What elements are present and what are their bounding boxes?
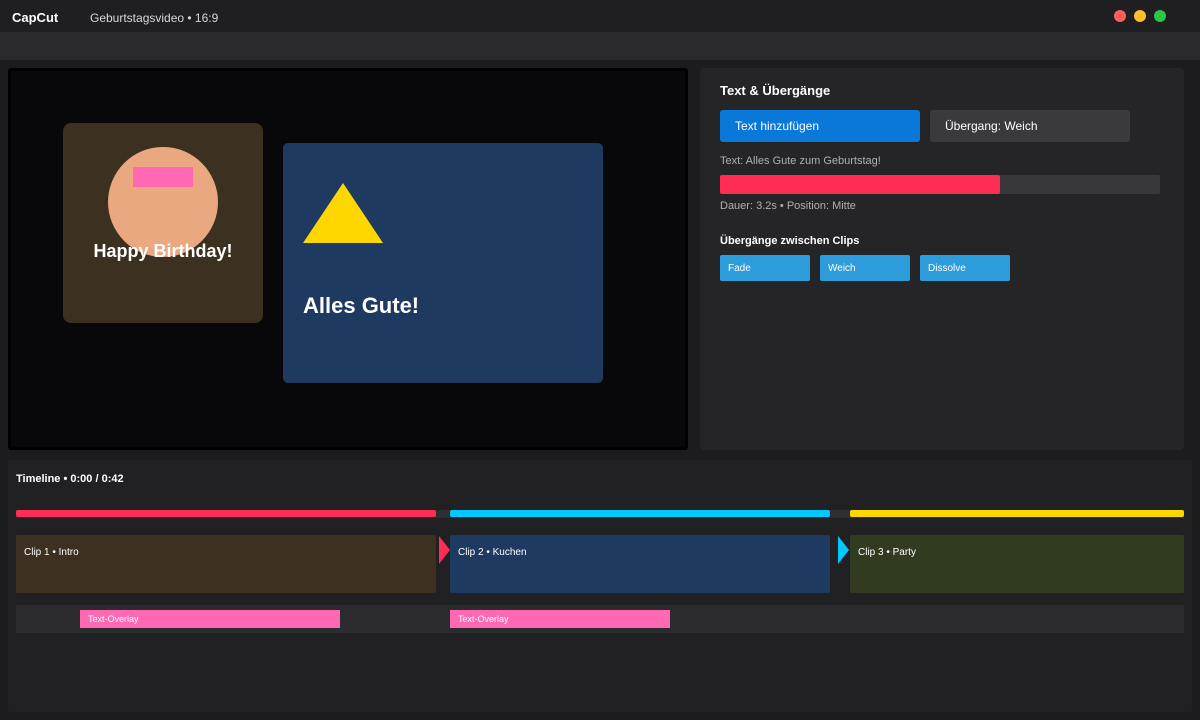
preview-card-greeting: Alles Gute! — [283, 143, 603, 383]
toolbar — [0, 32, 1200, 60]
document-title: Geburtstagsvideo • 16:9 — [90, 11, 219, 25]
preview-card-birthday: Happy Birthday! — [63, 123, 263, 323]
clip-3-marker-bar — [850, 510, 1184, 517]
transition-chip-fade[interactable]: Fade — [720, 255, 810, 281]
transition-select-button[interactable]: Übergang: Weich — [930, 110, 1130, 142]
window-maximize-button[interactable] — [1154, 10, 1166, 22]
duration-slider[interactable] — [720, 175, 1160, 194]
clip-label: Clip 3 • Party — [858, 547, 916, 558]
timeline-title: Timeline • 0:00 / 0:42 — [16, 473, 124, 485]
duration-position-info: Dauer: 3.2s • Position: Mitte — [720, 200, 856, 212]
title-bar: CapCut Geburtstagsvideo • 16:9 — [0, 0, 1200, 32]
clip-1-marker-bar — [16, 510, 436, 517]
triangle-shape — [303, 183, 383, 243]
timeline: Timeline • 0:00 / 0:42 Clip 1 • Intro Cl… — [8, 460, 1192, 712]
preview-card-text: Happy Birthday! — [93, 241, 233, 261]
text-overlay-clip-1[interactable]: Text-Overlay — [80, 610, 340, 628]
timeline-clip-2[interactable]: Clip 2 • Kuchen — [450, 535, 830, 593]
timeline-clip-1[interactable]: Clip 1 • Intro — [16, 535, 436, 593]
text-info: Text: Alles Gute zum Geburtstag! — [720, 155, 881, 167]
panel-title: Text & Übergänge — [720, 83, 831, 98]
text-overlay-clip-2[interactable]: Text-Overlay — [450, 610, 670, 628]
video-preview[interactable]: Happy Birthday! Alles Gute! — [8, 68, 688, 450]
clip-2-marker-bar — [450, 510, 830, 517]
preview-card-text: Alles Gute! — [303, 293, 420, 318]
window-close-button[interactable] — [1114, 10, 1126, 22]
app-name: CapCut — [12, 10, 59, 25]
add-text-button[interactable]: Text hinzufügen — [720, 110, 920, 142]
transition-marker-icon[interactable] — [838, 536, 849, 564]
clip-label: Clip 1 • Intro — [24, 547, 79, 558]
transition-chip-dissolve[interactable]: Dissolve — [920, 255, 1010, 281]
transition-chip-weich[interactable]: Weich — [820, 255, 910, 281]
transitions-section-title: Übergänge zwischen Clips — [720, 235, 860, 247]
party-hat-illustration — [133, 167, 193, 187]
duration-slider-fill — [720, 175, 1000, 194]
text-transitions-panel: Text & Übergänge Text hinzufügen Übergan… — [700, 68, 1184, 450]
window-minimize-button[interactable] — [1134, 10, 1146, 22]
timeline-clip-3[interactable]: Clip 3 • Party — [850, 535, 1184, 593]
transition-marker-icon[interactable] — [439, 536, 450, 564]
clip-label: Clip 2 • Kuchen — [458, 547, 527, 558]
